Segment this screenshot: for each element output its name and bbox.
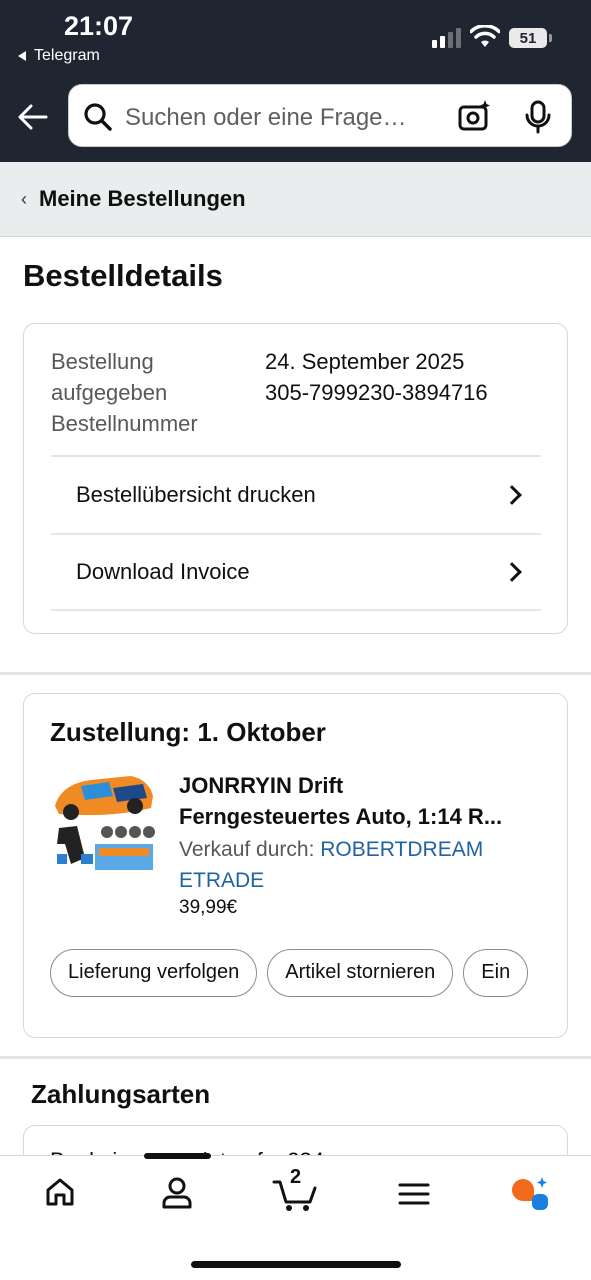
account-icon[interactable] (161, 1176, 193, 1210)
order-meta-values: 24. September 2025 305-7999230-3894716 (265, 346, 488, 408)
cart-icon[interactable] (272, 1178, 318, 1212)
order-number: 305-7999230-3894716 (265, 380, 488, 405)
seller-link-line2: ETRADE (179, 869, 265, 892)
breadcrumb-label: Meine Bestellungen (39, 186, 246, 211)
home-indicator (191, 1261, 401, 1268)
page-title: Bestelldetails (23, 258, 223, 293)
back-triangle-icon (18, 51, 26, 61)
back-to-telegram[interactable]: Telegram (18, 47, 100, 65)
microphone-icon[interactable] (525, 100, 551, 134)
seller-link-line1: ROBERTDREAM (320, 838, 484, 861)
print-summary-row[interactable]: Bestellübersicht drucken (51, 455, 541, 533)
product-title[interactable]: JONRRYIN Drift Ferngesteuertes Auto, 1:1… (179, 770, 549, 832)
wifi-icon (470, 25, 500, 47)
product-image[interactable] (51, 774, 156, 874)
sold-by-label: Verkauf durch: (179, 838, 321, 861)
product-price: 39,99€ (179, 897, 238, 918)
more-action-button[interactable]: Ein (463, 949, 529, 997)
cellular-signal-icon (432, 28, 461, 48)
chevron-left-icon: ‹ (21, 188, 27, 209)
payment-methods-title: Zahlungsarten (31, 1079, 211, 1109)
search-input[interactable]: Suchen oder eine Frage… (125, 104, 407, 132)
camera-search-icon[interactable] (457, 99, 491, 133)
active-tab-indicator (144, 1153, 211, 1159)
delivery-date: Zustellung: 1. Oktober (50, 717, 326, 747)
placed-label-line1: Bestellung (51, 349, 154, 374)
product-title-line2: Ferngesteuertes Auto, 1:14 R... (179, 804, 503, 829)
shipment-actions: Lieferung verfolgen Artikel stornieren Ein (50, 949, 549, 999)
chevron-right-icon (502, 485, 522, 505)
order-info-card: Bestellung aufgegeben Bestellnummer 24. … (23, 323, 568, 634)
section-divider (0, 672, 591, 675)
placed-label-line2: aufgegeben (51, 380, 168, 405)
chevron-right-icon (502, 562, 522, 582)
print-summary-label: Bestellübersicht drucken (76, 482, 316, 507)
search-icon (84, 103, 112, 131)
shipment-card: Zustellung: 1. Oktober JONRRYIN Drift Fe… (23, 693, 568, 1038)
back-app-label: Telegram (34, 47, 100, 64)
status-time: 21:07 (64, 11, 134, 41)
track-delivery-button[interactable]: Lieferung verfolgen (50, 949, 258, 997)
download-invoice-row[interactable]: Download Invoice (51, 533, 541, 611)
rufus-assistant-icon[interactable] (510, 1176, 550, 1214)
section-divider (0, 1056, 591, 1059)
app-header: 21:07 Telegram 51 Suchen oder eine Frage… (0, 0, 591, 162)
cancel-item-button[interactable]: Artikel stornieren (267, 949, 454, 997)
battery-icon: 51 (509, 28, 552, 48)
home-icon[interactable] (44, 1176, 76, 1208)
breadcrumb[interactable]: ‹ Meine Bestellungen (0, 162, 591, 237)
order-date: 24. September 2025 (265, 349, 465, 374)
download-invoice-label: Download Invoice (76, 559, 250, 584)
product-title-line1: JONRRYIN Drift (179, 773, 344, 798)
menu-icon[interactable] (398, 1182, 430, 1206)
bottom-nav: 2 (0, 1153, 591, 1280)
back-arrow-icon[interactable] (16, 100, 50, 134)
search-bar[interactable]: Suchen oder eine Frage… (68, 84, 572, 147)
seller-info: Verkauf durch: ROBERTDREAM ETRADE (179, 834, 519, 896)
order-meta-labels: Bestellung aufgegeben Bestellnummer (51, 346, 251, 439)
order-number-label: Bestellnummer (51, 411, 198, 436)
